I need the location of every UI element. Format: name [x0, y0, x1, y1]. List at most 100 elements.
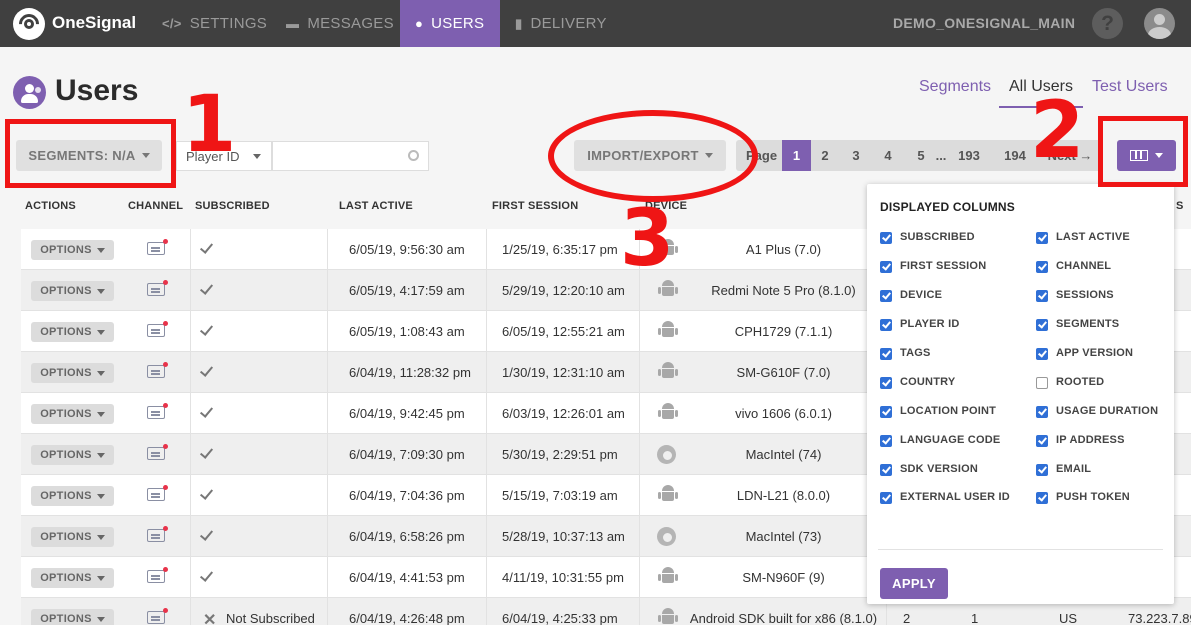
nav-settings[interactable]: </> SETTINGS [148, 0, 281, 47]
push-channel-icon [147, 567, 168, 583]
column-option-label[interactable]: LAST ACTIVE [1056, 229, 1171, 245]
column-checkbox[interactable] [1036, 406, 1048, 418]
device-cell: MacIntel (73) [745, 529, 822, 544]
chevron-down-icon [253, 154, 261, 159]
column-checkbox[interactable] [1036, 492, 1048, 504]
options-button[interactable]: OPTIONS [31, 609, 114, 625]
column-option-label[interactable]: LANGUAGE CODE [900, 432, 1015, 448]
options-button[interactable]: OPTIONS [31, 363, 114, 383]
column-option-label[interactable]: PLAYER ID [900, 316, 1015, 332]
column-option-label[interactable]: IP ADDRESS [1056, 432, 1171, 448]
page-5[interactable]: 5 [911, 140, 931, 171]
column-option-label[interactable]: APP VERSION [1056, 345, 1171, 361]
column-checkbox[interactable] [1036, 319, 1048, 331]
chevron-down-icon [96, 616, 105, 622]
column-checkbox[interactable] [1036, 464, 1048, 476]
onesignal-logo-icon[interactable] [13, 8, 45, 40]
column-option-label[interactable]: CHANNEL [1056, 258, 1171, 274]
options-button[interactable]: OPTIONS [31, 404, 114, 424]
options-button[interactable]: OPTIONS [31, 240, 114, 260]
column-checkbox[interactable] [880, 232, 892, 244]
header-first-session[interactable]: FIRST SESSION [492, 200, 578, 212]
android-icon [658, 321, 678, 339]
options-button[interactable]: OPTIONS [31, 527, 114, 547]
header-channel[interactable]: CHANNEL [128, 200, 183, 212]
column-option-label[interactable]: ROOTED [1056, 374, 1171, 390]
column-option-label[interactable]: LOCATION POINT [900, 403, 1015, 419]
page-1[interactable]: 1 [782, 140, 811, 171]
column-checkbox[interactable] [1036, 435, 1048, 447]
column-divider [327, 352, 328, 393]
page-193[interactable]: 193 [954, 140, 984, 171]
search-input[interactable] [272, 141, 429, 171]
column-checkbox[interactable] [1036, 261, 1048, 273]
page-194[interactable]: 194 [1000, 140, 1030, 171]
checkmark-icon [199, 527, 214, 541]
options-button[interactable]: OPTIONS [31, 322, 114, 342]
avatar[interactable] [1144, 8, 1175, 39]
options-label: OPTIONS [40, 408, 92, 420]
header-last-active[interactable]: LAST ACTIVE [339, 200, 413, 212]
column-option-label[interactable]: FIRST SESSION [900, 258, 1015, 274]
column-checkbox[interactable] [880, 406, 892, 418]
column-checkbox[interactable] [880, 435, 892, 447]
column-checkbox[interactable] [880, 319, 892, 331]
column-checkbox[interactable] [880, 492, 892, 504]
annotation-number-1: 1 [182, 80, 237, 170]
account-name[interactable]: DEMO_ONESIGNAL_MAIN [893, 15, 1075, 31]
page-4[interactable]: 4 [878, 140, 898, 171]
column-divider [639, 598, 640, 625]
first-session-cell: 5/29/19, 12:20:10 am [502, 283, 625, 298]
options-label: OPTIONS [40, 490, 92, 502]
push-channel-icon [147, 485, 168, 501]
column-checkbox[interactable] [1036, 232, 1048, 244]
column-option-label[interactable]: PUSH TOKEN [1056, 489, 1171, 505]
page-title: Users [55, 74, 139, 107]
options-button[interactable]: OPTIONS [31, 568, 114, 588]
annotation-number-2: 2 [1030, 86, 1085, 176]
options-button[interactable]: OPTIONS [31, 486, 114, 506]
column-checkbox[interactable] [1036, 348, 1048, 360]
column-checkbox[interactable] [1036, 290, 1048, 302]
column-option-label[interactable]: SESSIONS [1056, 287, 1171, 303]
search-icon[interactable] [408, 150, 419, 161]
column-option-label[interactable]: SDK VERSION [900, 461, 1015, 477]
page-3[interactable]: 3 [846, 140, 866, 171]
brand-name[interactable]: OneSignal [52, 13, 136, 33]
column-checkbox[interactable] [880, 290, 892, 302]
column-divider [327, 516, 328, 557]
column-checkbox[interactable] [880, 377, 892, 389]
column-option-label[interactable]: DEVICE [900, 287, 1015, 303]
column-option-label[interactable]: SUBSCRIBED [900, 229, 1015, 245]
column-option-label[interactable]: COUNTRY [900, 374, 1015, 390]
apply-button[interactable]: APPLY [880, 568, 948, 599]
nav-messages[interactable]: ▬ MESSAGES [272, 0, 408, 47]
last-active-cell: 6/04/19, 7:04:36 pm [349, 488, 465, 503]
options-button[interactable]: OPTIONS [31, 281, 114, 301]
column-option-label[interactable]: EXTERNAL USER ID [900, 489, 1015, 505]
column-checkbox[interactable] [880, 464, 892, 476]
header-actions[interactable]: ACTIONS [25, 200, 76, 212]
page-2[interactable]: 2 [815, 140, 835, 171]
chevron-down-icon [96, 370, 105, 376]
help-icon[interactable]: ? [1092, 8, 1123, 39]
column-checkbox[interactable] [880, 261, 892, 273]
first-session-cell: 6/04/19, 4:25:33 pm [502, 611, 618, 625]
column-option-label[interactable]: USAGE DURATION [1056, 403, 1171, 419]
tab-test-users[interactable]: Test Users [1092, 78, 1168, 106]
column-option-label[interactable]: EMAIL [1056, 461, 1171, 477]
column-option-label[interactable]: SEGMENTS [1056, 316, 1171, 332]
first-session-cell: 1/30/19, 12:31:10 am [502, 365, 625, 380]
nav-delivery[interactable]: ▮ DELIVERY [503, 0, 619, 47]
header-partial[interactable]: S [1176, 200, 1184, 212]
column-checkbox[interactable] [1036, 377, 1048, 389]
column-option-label[interactable]: TAGS [900, 345, 1015, 361]
column-checkbox[interactable] [880, 348, 892, 360]
tab-segments[interactable]: Segments [919, 78, 991, 106]
options-label: OPTIONS [40, 572, 92, 584]
nav-users[interactable]: ● USERS [400, 0, 500, 47]
device-cell: vivo 1606 (6.0.1) [735, 406, 832, 421]
options-button[interactable]: OPTIONS [31, 445, 114, 465]
header-subscribed[interactable]: SUBSCRIBED [195, 200, 270, 212]
last-active-cell: 6/05/19, 1:08:43 am [349, 324, 465, 339]
